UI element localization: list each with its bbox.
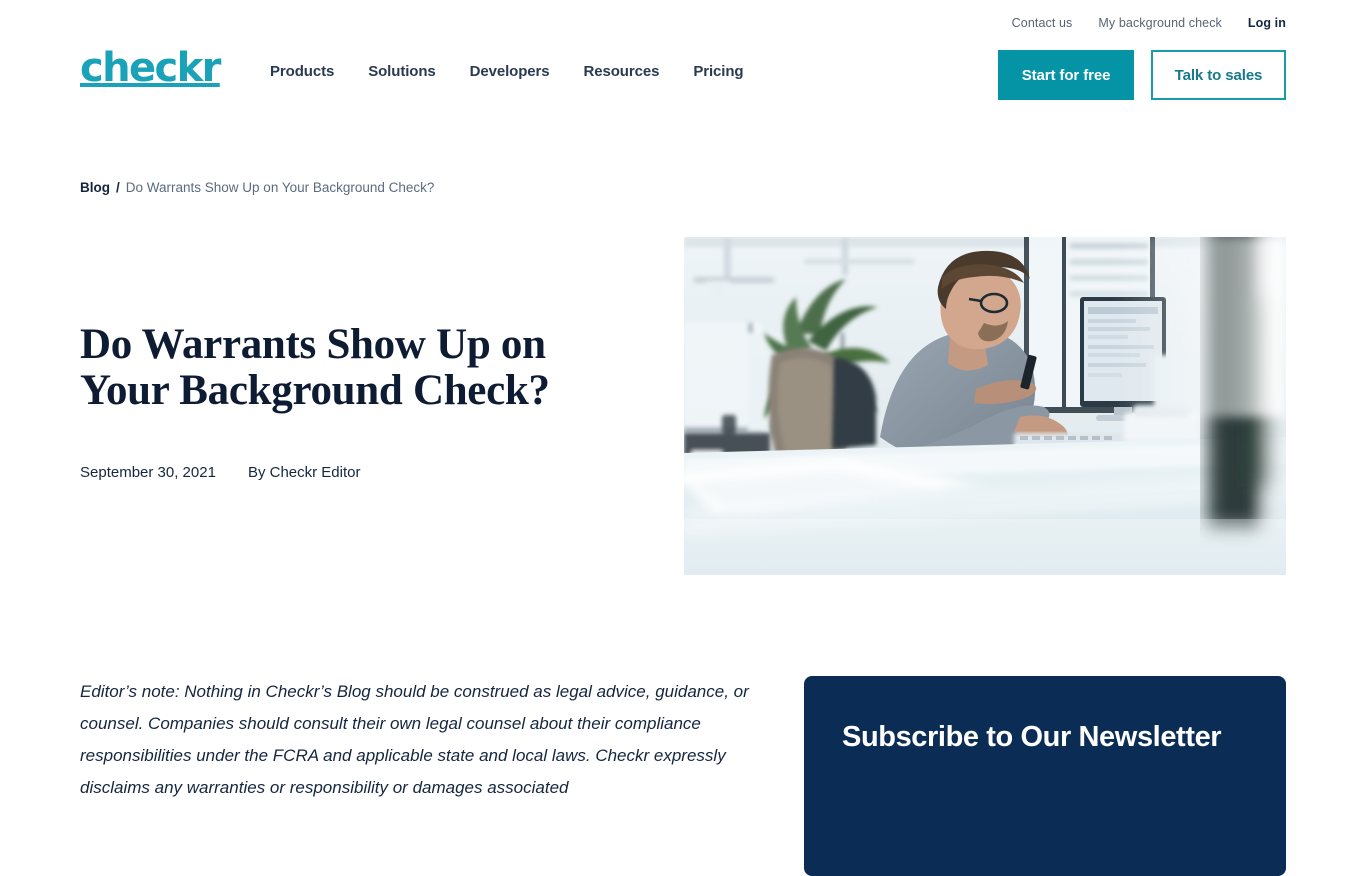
site-header: checkr Products Solutions Developers Res… xyxy=(0,0,1366,124)
newsletter-signup-card: Subscribe to Our Newsletter xyxy=(804,676,1286,876)
nav-item-products[interactable]: Products xyxy=(270,63,334,80)
main-navigation: Products Solutions Developers Resources … xyxy=(270,63,744,80)
page-title: Do Warrants Show Up on Your Background C… xyxy=(80,321,550,415)
breadcrumb-separator: / xyxy=(116,180,120,195)
hero-image xyxy=(684,237,1286,575)
hero-image-illustration xyxy=(684,237,1286,575)
nav-item-solutions[interactable]: Solutions xyxy=(368,63,436,80)
checkr-logo[interactable]: checkr xyxy=(80,48,221,88)
breadcrumb: Blog / Do Warrants Show Up on Your Backg… xyxy=(80,180,434,195)
article-byline: By Checkr Editor xyxy=(247,464,361,481)
breadcrumb-current-page: Do Warrants Show Up on Your Background C… xyxy=(125,180,435,195)
header-cta-group: Start for free Talk to sales xyxy=(998,50,1286,100)
newsletter-title: Subscribe to Our Newsletter xyxy=(842,721,1222,753)
article-meta: September 30, 2021 By Checkr Editor xyxy=(80,464,360,481)
nav-item-developers[interactable]: Developers xyxy=(470,63,550,80)
editor-note-paragraph: Editor’s note: Nothing in Checkr’s Blog … xyxy=(80,682,749,797)
nav-item-pricing[interactable]: Pricing xyxy=(693,63,743,80)
start-for-free-button[interactable]: Start for free xyxy=(998,50,1134,100)
talk-to-sales-button[interactable]: Talk to sales xyxy=(1151,50,1286,100)
article-date: September 30, 2021 xyxy=(80,464,216,481)
breadcrumb-link-blog[interactable]: Blog xyxy=(80,180,110,195)
nav-item-resources[interactable]: Resources xyxy=(584,63,660,80)
